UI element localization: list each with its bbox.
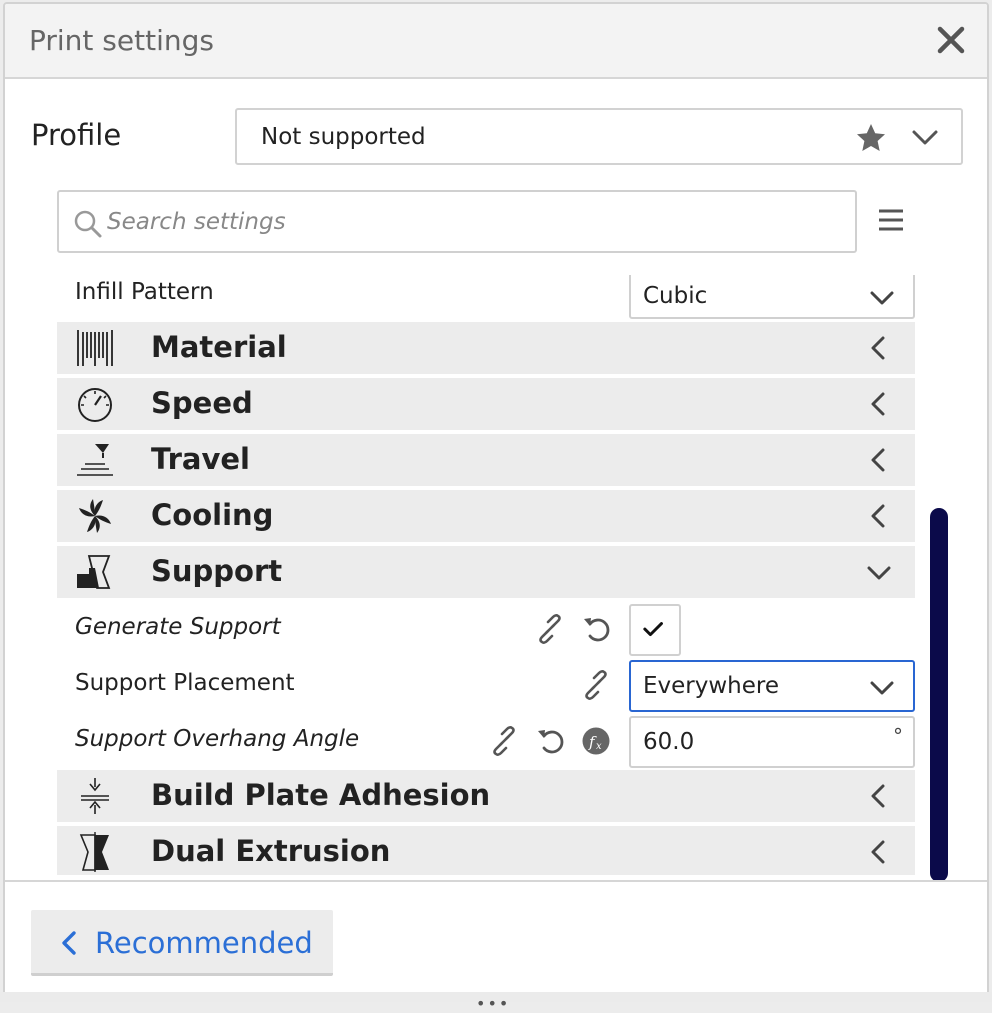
generate-support-checkbox[interactable] [629,604,681,656]
overhang-angle-value: 60.0 [643,729,695,755]
profile-dropdown[interactable]: Not supported [235,108,963,165]
category-travel[interactable]: Travel [57,434,915,486]
infill-pattern-dropdown[interactable]: Cubic [629,275,915,319]
setting-row-overhang-angle: Support Overhang Angle f x 60.0 ° [57,714,915,770]
category-name: Speed [151,386,253,420]
setting-row-generate-support: Generate Support [57,602,915,658]
category-name: Cooling [151,498,274,532]
title-bar: Print settings [5,4,987,79]
support-placement-value: Everywhere [643,673,780,699]
panel-title: Print settings [29,24,214,57]
chevron-left-icon [871,392,885,416]
print-settings-panel: Print settings Profile Not supported Sea… [3,2,989,1002]
support-icon [77,555,111,589]
settings-list: Infill Pattern Cubic Material Speed Trav… [57,275,915,875]
category-name: Dual Extrusion [151,834,391,868]
category-support[interactable]: Support [57,546,915,598]
setting-row-infill-pattern: Infill Pattern Cubic [57,275,915,321]
chevron-down-icon [870,681,894,695]
chevron-left-icon [871,840,885,864]
search-input[interactable]: Search settings [57,190,857,253]
profile-value: Not supported [261,124,426,150]
infill-pattern-value: Cubic [643,283,708,309]
chevron-left-icon [62,931,76,955]
setting-label: Infill Pattern [75,279,214,305]
speed-gauge-icon [78,388,112,422]
search-icon [74,210,102,238]
settings-scrollbar[interactable] [930,508,948,882]
footer: Recommended [5,880,987,1000]
function-icon[interactable]: f x [581,726,611,756]
setting-label: Generate Support [75,614,281,640]
category-name: Travel [151,442,250,476]
category-name: Material [151,330,287,364]
link-icon[interactable] [535,614,565,644]
category-name: Build Plate Adhesion [151,778,491,812]
chevron-down-icon [870,291,894,305]
reset-icon[interactable] [581,614,611,644]
checkmark-icon [643,622,663,637]
travel-icon [77,444,113,476]
category-dual-extrusion[interactable]: Dual Extrusion [57,826,915,875]
profile-label: Profile [31,118,122,152]
category-speed[interactable]: Speed [57,378,915,430]
material-icon [77,330,113,366]
recommended-label: Recommended [95,926,313,960]
link-icon[interactable] [489,726,519,756]
setting-label: Support Overhang Angle [75,726,360,752]
link-icon[interactable] [581,670,611,700]
chevron-down-icon [867,566,891,580]
star-icon[interactable] [855,122,887,154]
category-name: Support [151,554,283,588]
chevron-down-icon[interactable] [911,126,939,150]
category-cooling[interactable]: Cooling [57,490,915,542]
chevron-left-icon [871,784,885,808]
adhesion-icon [81,778,109,814]
category-material[interactable]: Material [57,322,915,374]
chevron-left-icon [871,448,885,472]
setting-label: Support Placement [75,670,295,696]
chevron-left-icon [871,504,885,528]
support-placement-dropdown[interactable]: Everywhere [629,660,915,712]
close-icon[interactable] [935,24,967,56]
fan-icon [79,499,111,533]
category-build-plate-adhesion[interactable]: Build Plate Adhesion [57,770,915,822]
degree-unit: ° [893,724,903,748]
recommended-button[interactable]: Recommended [31,910,333,976]
chevron-left-icon [871,336,885,360]
search-placeholder: Search settings [107,209,286,235]
reset-icon[interactable] [535,726,565,756]
overhang-angle-input[interactable]: 60.0 ° [629,716,915,768]
setting-row-support-placement: Support Placement Everywhere [57,658,915,714]
svg-text:x: x [596,741,602,752]
dual-extrusion-icon [79,832,109,872]
menu-icon[interactable] [877,208,905,232]
